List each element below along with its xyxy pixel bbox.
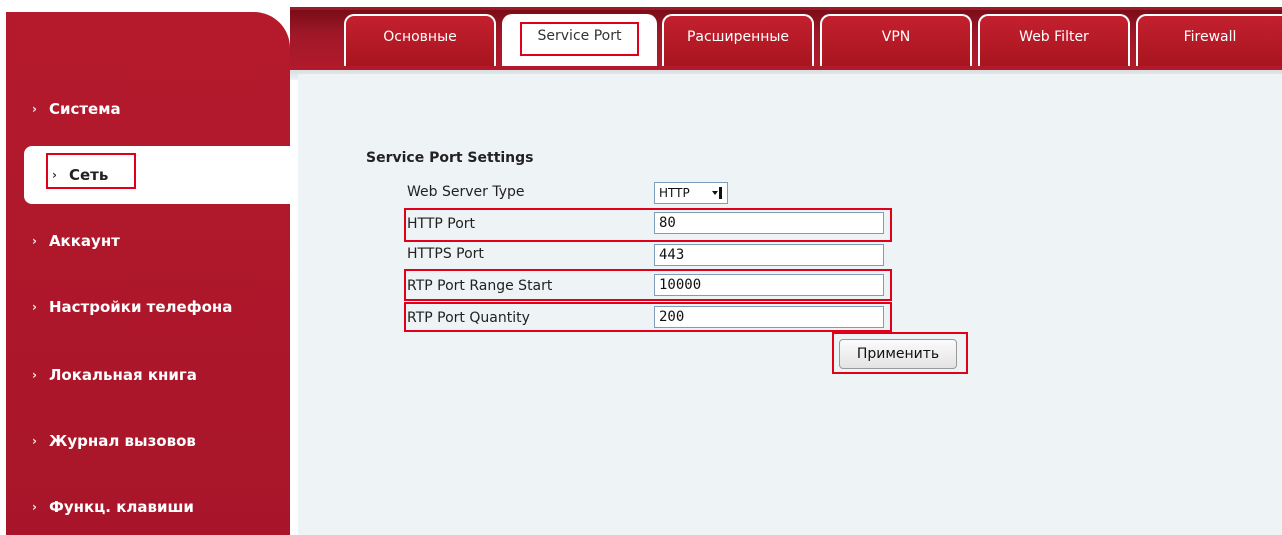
chevron-right-icon: ›	[32, 434, 37, 448]
web-server-type-label: Web Server Type	[407, 184, 525, 200]
https-port-input[interactable]: 443	[654, 244, 884, 266]
sidebar-item-label: Настройки телефона	[48, 298, 233, 316]
tab-service-port[interactable]: Service Port	[502, 14, 657, 66]
http-port-input[interactable]: 80	[654, 212, 884, 234]
sidebar-item-call-log[interactable]: › Журнал вызовов	[6, 412, 290, 470]
rtp-port-quantity-input[interactable]: 200	[654, 306, 884, 328]
web-server-type-select[interactable]: HTTP	[654, 182, 728, 204]
sidebar-item-label: Аккаунт	[48, 232, 120, 250]
highlight-box	[46, 153, 136, 189]
https-port-label: HTTPS Port	[407, 246, 484, 262]
web-server-type-value: HTTP	[659, 186, 690, 200]
sidebar-item-network[interactable]: › Сеть	[24, 146, 290, 204]
chevron-right-icon: ›	[32, 300, 37, 314]
section-title: Service Port Settings	[366, 150, 534, 166]
tab-label: Web Filter	[1019, 29, 1089, 45]
tab-label: Расширенные	[686, 29, 790, 45]
chevron-right-icon: ›	[32, 234, 37, 248]
tab-web-filter[interactable]: Web Filter	[978, 14, 1130, 66]
tab-label: VPN	[881, 29, 911, 45]
tab-firewall[interactable]: Firewall	[1136, 14, 1282, 66]
sidebar-item-label: Функц. клавиши	[48, 498, 194, 516]
content-panel: Service Port Settings Web Server Type HT…	[298, 74, 1282, 535]
tab-vpn[interactable]: VPN	[820, 14, 972, 66]
rtp-port-quantity-label: RTP Port Quantity	[407, 310, 530, 326]
sidebar-item-label: Журнал вызовов	[48, 432, 196, 450]
sidebar-item-label: Система	[48, 100, 121, 118]
tab-label: Основные	[383, 29, 457, 45]
rtp-port-range-start-label: RTP Port Range Start	[407, 278, 553, 294]
sidebar-item-function-keys[interactable]: › Функц. клавиши	[6, 478, 290, 535]
sidebar-item-system[interactable]: › Система	[6, 80, 290, 138]
tab-bar: Основные Service Port Расширенные VPN We…	[290, 10, 1282, 80]
sidebar-item-label: Локальная книга	[48, 366, 197, 384]
sidebar-item-account[interactable]: › Аккаунт	[6, 212, 290, 270]
apply-button[interactable]: Применить	[839, 339, 957, 369]
rtp-port-range-start-input[interactable]: 10000	[654, 274, 884, 296]
chevron-right-icon: ›	[32, 102, 37, 116]
sidebar-item-phone-settings[interactable]: › Настройки телефона	[6, 278, 290, 336]
tab-basic[interactable]: Основные	[344, 14, 496, 66]
chevron-right-icon: ›	[52, 168, 57, 182]
dropdown-arrow-icon	[709, 185, 725, 201]
tab-advanced[interactable]: Расширенные	[662, 14, 814, 66]
top-strip	[0, 0, 1282, 11]
chevron-right-icon: ›	[32, 500, 37, 514]
tab-label: Service Port	[537, 28, 622, 44]
tab-label: Firewall	[1183, 29, 1237, 45]
sidebar: › Система › Сеть › Аккаунт › Настройки т…	[6, 12, 290, 535]
http-port-label: HTTP Port	[407, 216, 476, 232]
sidebar-item-phonebook[interactable]: › Локальная книга	[6, 346, 290, 404]
chevron-right-icon: ›	[32, 368, 37, 382]
